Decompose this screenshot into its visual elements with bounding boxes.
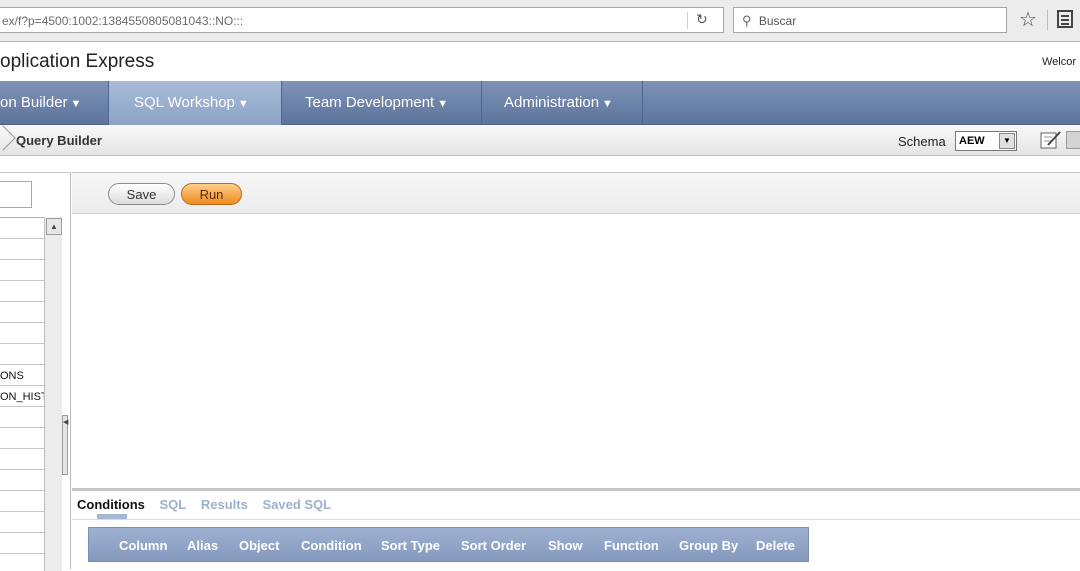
query-design-canvas[interactable] — [72, 214, 1080, 488]
column-header: Object — [239, 538, 280, 553]
column-header: Group By — [679, 538, 739, 553]
breadcrumb: Query Builder Schema AEW ▼ — [0, 125, 1080, 156]
reload-icon[interactable]: ↻ — [696, 11, 708, 28]
list-item[interactable] — [0, 449, 44, 470]
breadcrumb-separator-icon — [0, 125, 16, 151]
tab-saved-sql[interactable]: Saved SQL — [262, 497, 331, 512]
object-filter-input[interactable] — [0, 181, 32, 208]
app-title: oplication Express — [0, 51, 155, 72]
list-item[interactable]: ONS — [0, 365, 44, 386]
column-header: Delete — [756, 538, 796, 553]
chevron-down-icon: ▼ — [70, 98, 82, 110]
column-header: Column — [119, 538, 168, 553]
tab-team-development[interactable]: Team Development ▼ — [282, 81, 482, 125]
tab-sql-workshop[interactable]: SQL Workshop ▼ — [109, 81, 282, 125]
list-item[interactable] — [0, 407, 44, 428]
tab-label: SQL Workshop — [134, 94, 235, 111]
bookmark-star-icon[interactable]: ☆ — [1019, 7, 1037, 32]
object-list: ONS ON_HISTO — [0, 217, 44, 571]
schema-value: AEW — [959, 135, 985, 147]
app-header: oplication Express Welcor — [0, 43, 1080, 81]
tab-label: Administration — [504, 94, 600, 111]
breadcrumb-current: Query Builder — [16, 133, 102, 148]
column-header: Sort Type — [381, 538, 440, 553]
column-header: Alias — [187, 538, 219, 553]
column-header: Show — [548, 538, 583, 553]
list-item[interactable] — [0, 428, 44, 449]
bookmarks-list-icon[interactable] — [1056, 9, 1074, 29]
list-item[interactable] — [0, 260, 44, 281]
list-item[interactable] — [0, 470, 44, 491]
edit-icon[interactable] — [1040, 130, 1062, 150]
tab-label: on Builder — [0, 94, 68, 111]
list-item[interactable] — [0, 218, 44, 239]
chevron-down-icon: ▼ — [437, 98, 449, 110]
schema-label: Schema — [898, 134, 946, 149]
address-bar-text: ex/f?p=4500:1002:1384550805081043::NO::: — [2, 14, 244, 28]
list-item[interactable] — [0, 491, 44, 512]
query-toolbar: Save Run — [72, 172, 1080, 214]
list-item[interactable] — [0, 281, 44, 302]
browser-toolbar: ex/f?p=4500:1002:1384550805081043::NO:::… — [0, 0, 1080, 42]
object-browser-panel: ONS ON_HISTO ▲ ◀ — [0, 172, 71, 571]
tab-conditions[interactable]: Conditions — [77, 497, 145, 512]
address-bar[interactable]: ex/f?p=4500:1002:1384550805081043::NO:::… — [0, 7, 724, 33]
tab-administration[interactable]: Administration ▼ — [482, 81, 643, 125]
address-separator — [687, 12, 688, 29]
list-item[interactable] — [0, 512, 44, 533]
list-item[interactable] — [0, 239, 44, 260]
list-item[interactable] — [0, 323, 44, 344]
save-button[interactable]: Save — [108, 183, 175, 205]
panel-splitter-handle[interactable]: ◀ — [62, 415, 68, 475]
list-item[interactable] — [0, 344, 44, 365]
toolbar-icon[interactable] — [1066, 131, 1080, 149]
search-icon: ⚲ — [742, 13, 752, 28]
column-header: Function — [604, 538, 659, 553]
chevron-down-icon[interactable]: ▼ — [999, 133, 1015, 149]
browser-search-input[interactable]: ⚲ Buscar — [733, 7, 1007, 33]
tab-results[interactable]: Results — [201, 497, 248, 512]
list-item[interactable]: ON_HISTO — [0, 386, 44, 407]
list-item[interactable] — [0, 533, 44, 554]
tab-sql[interactable]: SQL — [160, 497, 187, 512]
chevron-down-icon: ▼ — [602, 98, 613, 110]
list-item[interactable] — [0, 302, 44, 323]
main-nav: on Builder ▼ SQL Workshop ▼ Team Developme… — [0, 81, 1080, 125]
scroll-up-arrow-icon[interactable]: ▲ — [46, 218, 62, 235]
column-header: Sort Order — [461, 538, 527, 553]
conditions-table-header: Column Alias Object Condition Sort Type … — [88, 527, 809, 562]
welcome-text: Welcor — [1042, 56, 1077, 68]
chevron-down-icon: ▼ — [237, 98, 249, 110]
query-details-panel: Conditions SQL Results Saved SQL Column … — [72, 488, 1080, 569]
tab-divider — [72, 519, 1080, 520]
browser-search-placeholder: Buscar — [758, 14, 797, 28]
tab-application-builder[interactable]: on Builder ▼ — [0, 81, 109, 125]
details-tabs: Conditions SQL Results Saved SQL — [77, 497, 342, 512]
column-header: Condition — [301, 538, 362, 553]
schema-select[interactable]: AEW ▼ — [955, 131, 1017, 151]
run-button[interactable]: Run — [181, 183, 242, 205]
tab-label: Team Development — [305, 94, 435, 111]
toolbar-separator — [1047, 10, 1048, 30]
object-list-scrollbar[interactable]: ▲ — [44, 217, 62, 571]
